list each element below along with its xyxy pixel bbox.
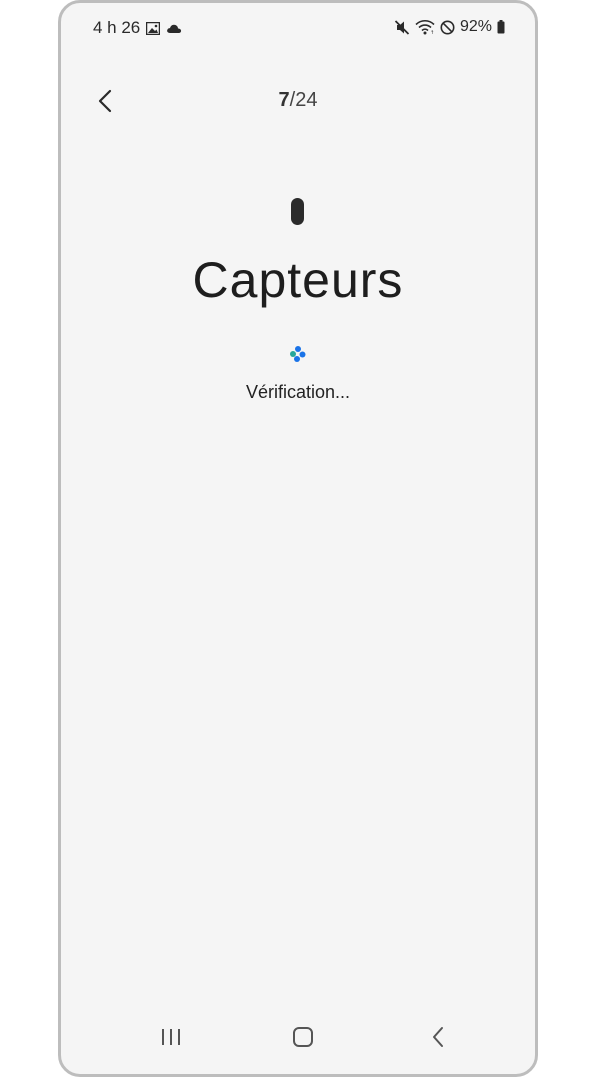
step-counter: 7/24 [61,89,535,112]
image-icon [146,21,161,35]
back-icon [433,1027,443,1047]
status-bar: 4 h 26 ↑ 92% [61,3,535,51]
wifi-icon: ↑↓ [415,19,435,35]
verification-status: Vérification... [245,382,351,402]
do-not-disturb-icon [440,20,455,35]
home-button[interactable] [283,1022,323,1052]
navigation-bar [61,1004,535,1074]
status-right: ↑↓ 92% [394,18,505,36]
step-total: /24 [289,89,318,111]
step-current: 7 [278,89,290,111]
recent-apps-button[interactable] [151,1022,191,1052]
status-left: 4 h 26 [93,18,182,38]
mute-icon [394,19,410,35]
phone-frame: 4 h 26 ↑ 92% 7/24 Capteurs Vérification.… [58,0,538,1077]
sensor-icon [291,198,304,225]
cloud-icon [166,23,182,34]
battery-icon [497,20,505,34]
page-title: Capteurs [192,252,404,308]
header: 7/24 [61,79,535,123]
svg-text:↑↓: ↑↓ [430,30,435,35]
battery-percentage: 92% [459,18,492,35]
recent-apps-icon [162,1029,180,1045]
status-time: 4 h 26 [93,18,141,37]
nav-back-button[interactable] [418,1022,458,1052]
home-icon [293,1027,313,1047]
loading-spinner-icon [289,345,307,363]
